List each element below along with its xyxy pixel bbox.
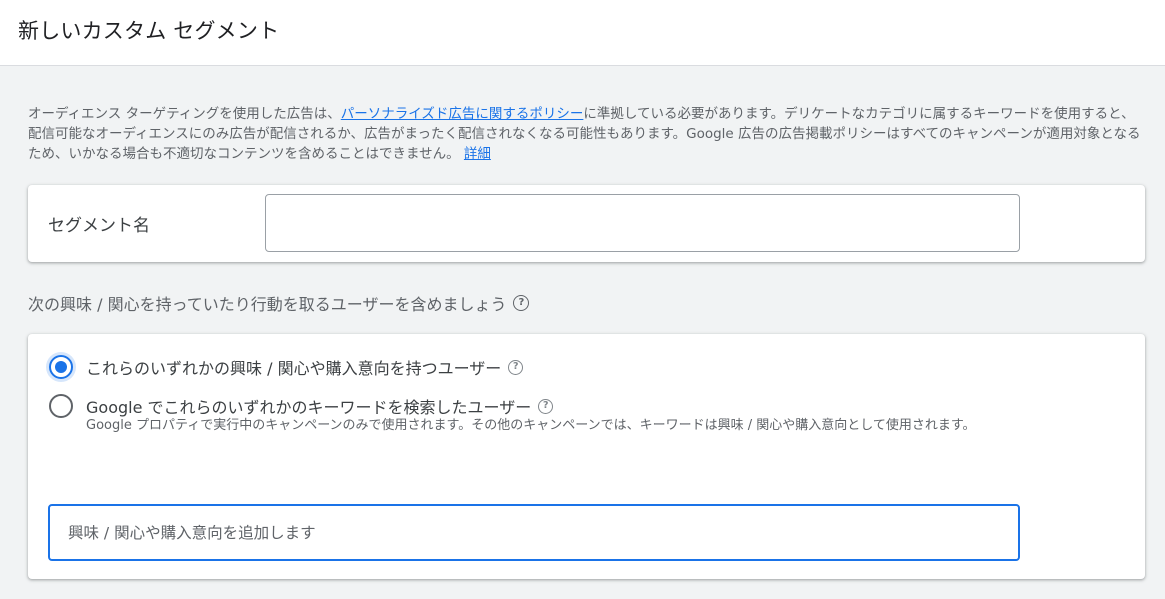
radio-option-label: Google でこれらのいずれかのキーワードを検索したユーザー ? (86, 394, 554, 418)
details-link[interactable]: 詳細 (464, 146, 491, 162)
help-icon[interactable]: ? (513, 295, 530, 311)
segment-name-card: セグメント名 (28, 185, 1145, 262)
interests-input[interactable] (48, 504, 1020, 561)
radio-button-unchecked[interactable] (49, 394, 73, 418)
dialog-header: 新しいカスタム セグメント (0, 0, 1165, 66)
help-icon[interactable]: ? (508, 359, 524, 375)
page-title: 新しいカスタム セグメント (18, 19, 280, 43)
radio-option-label: これらのいずれかの興味 / 関心や購入意向を持つユーザー ? (86, 355, 524, 379)
radio-option-interests[interactable]: これらのいずれかの興味 / 関心や購入意向を持つユーザー ? (49, 355, 524, 379)
segment-name-label: セグメント名 (48, 216, 150, 236)
personalized-ads-policy-link[interactable]: パーソナライズド広告に関するポリシー (341, 106, 584, 122)
policy-text-before: オーディエンス ターゲティングを使用した広告は、 (28, 106, 341, 122)
include-users-heading: 次の興味 / 関心を持っていたり行動を取るユーザーを含めましょう ? (28, 291, 530, 315)
keywords-option-description: Google プロパティで実行中のキャンペーンのみで使用されます。その他のキャン… (86, 418, 976, 433)
keywords-option-label: Google でこれらのいずれかのキーワードを検索したユーザー (86, 398, 532, 417)
policy-notice: オーディエンス ターゲティングを使用した広告は、パーソナライズド広告に関するポリ… (28, 104, 1148, 164)
radio-option-keywords[interactable]: Google でこれらのいずれかのキーワードを検索したユーザー ? (49, 394, 554, 418)
include-users-label: 次の興味 / 関心を持っていたり行動を取るユーザーを含めましょう (28, 295, 507, 314)
segment-name-input[interactable] (265, 194, 1020, 252)
interests-option-label: これらのいずれかの興味 / 関心や購入意向を持つユーザー (86, 359, 502, 378)
targeting-card: これらのいずれかの興味 / 関心や購入意向を持つユーザー ? Google でこ… (28, 334, 1145, 579)
help-icon[interactable]: ? (538, 398, 554, 414)
radio-button-checked[interactable] (49, 355, 73, 379)
